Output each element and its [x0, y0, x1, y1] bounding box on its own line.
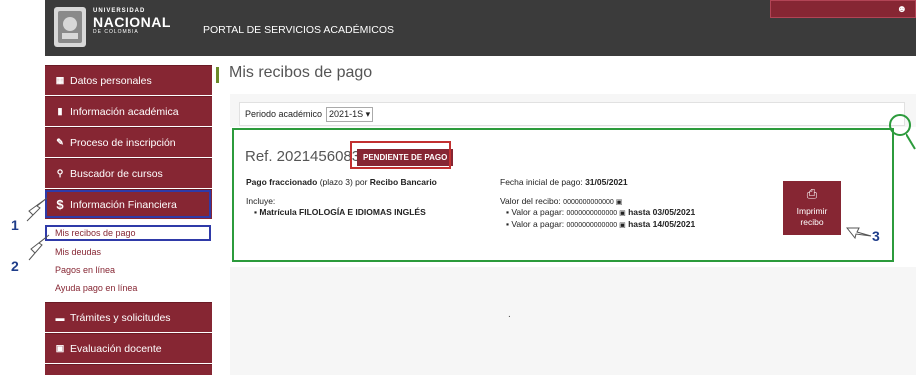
incluye-label: Incluye: — [246, 196, 276, 206]
submenu-pagos-en-linea[interactable]: Pagos en línea — [55, 265, 115, 275]
sidebar-item-label: Evaluación docente — [70, 342, 162, 355]
page-title: Mis recibos de pago — [229, 64, 373, 81]
chat-icon: ▣ — [55, 343, 65, 353]
valor-pagar-2: ▪ Valor a pagar: 0000000000000 ▣ hasta 1… — [506, 219, 695, 229]
payment-type: Pago fraccionado (plazo 3) por Recibo Ba… — [246, 177, 437, 187]
search-icon: ⚲ — [56, 168, 64, 178]
payment-plazo: (plazo 3) por — [319, 177, 368, 187]
print-label-2: recibo — [800, 216, 824, 227]
university-line3: DE COLOMBIA — [93, 29, 139, 35]
receipt-reference: Ref. 2021456083 — [245, 148, 361, 165]
sidebar-item-datos-personales[interactable]: ▦ Datos personales — [45, 65, 212, 95]
sidebar-item-label: Trámites y solicitudes — [70, 311, 171, 324]
valor1-amount: 0000000000000 ▣ — [566, 210, 626, 217]
chevron-down-icon: ▾ — [363, 108, 371, 119]
sidebar-item-proceso-inscripcion[interactable]: ✎ Proceso de inscripción — [45, 127, 212, 157]
annotation-number-3: 3 — [872, 228, 880, 244]
valor-pagar-1: ▪ Valor a pagar: 0000000000000 ▣ hasta 0… — [506, 207, 695, 217]
payment-type-label: Pago fraccionado — [246, 177, 318, 187]
valor-recibo: Valor del recibo: 0000000000000 ▣ — [500, 196, 622, 206]
valor2-date: 14/05/2021 — [652, 219, 696, 229]
valor-value: 0000000000000 ▣ — [563, 199, 623, 206]
print-receipt-button[interactable]: ⎙ Imprimir recibo — [783, 181, 841, 235]
annotation-number-1: 1 — [11, 217, 19, 233]
fecha-value: 31/05/2021 — [585, 177, 628, 187]
valor-label: Valor del recibo: — [500, 196, 561, 206]
sidebar-item-label: Buscador de cursos — [70, 167, 163, 180]
folder-icon: ▬ — [55, 312, 65, 323]
valor2-label: ▪ Valor a pagar: — [506, 219, 565, 229]
hasta-2: hasta — [628, 219, 651, 229]
sidebar-item-informacion-academica[interactable]: ▮ Información académica — [45, 96, 212, 126]
sidebar-item-label: Datos personales — [70, 74, 152, 87]
periodo-row: Periodo académico 2021-1S ▾ — [239, 102, 905, 126]
fecha-inicial: Fecha inicial de pago: 31/05/2021 — [500, 177, 628, 187]
stray-dot: . — [508, 309, 511, 320]
periodo-select[interactable]: 2021-1S ▾ — [326, 106, 374, 122]
fecha-label: Fecha inicial de pago: — [500, 177, 583, 187]
periodo-value: 2021-1S — [329, 108, 364, 119]
title-accent — [216, 67, 219, 83]
valor1-label: ▪ Valor a pagar: — [506, 207, 565, 217]
book-icon: ▮ — [57, 106, 63, 116]
printer-icon: ⎙ — [806, 186, 818, 201]
incluye-item: ▪ Matrícula FILOLOGÍA E IDIOMAS INGLÉS — [254, 207, 426, 217]
user-icon: ☻ — [896, 4, 907, 15]
sidebar-item-label: Información académica — [70, 105, 179, 118]
highlight-box-status — [350, 141, 451, 169]
annotation-number-2: 2 — [11, 258, 19, 274]
annotation-line-icon — [906, 134, 916, 150]
sidebar-item-evaluacion-docente[interactable]: ▣ Evaluación docente — [45, 333, 212, 363]
submenu-ayuda-pago[interactable]: Ayuda pago en línea — [55, 283, 137, 293]
sidebar-item-tramites[interactable]: ▬ Trámites y solicitudes — [45, 302, 212, 332]
submenu-mis-deudas[interactable]: Mis deudas — [55, 247, 101, 257]
payment-method: Recibo Bancario — [369, 177, 437, 187]
university-seal-icon — [54, 7, 86, 47]
university-line2: NACIONAL — [93, 14, 171, 30]
sidebar-item-label: Proceso de inscripción — [70, 136, 176, 149]
user-menu-button[interactable]: ☻ — [770, 0, 916, 18]
university-name: UNIVERSIDAD NACIONAL DE COLOMBIA — [93, 8, 171, 35]
highlight-box-financiera — [45, 190, 211, 218]
annotation-arrow-1-icon — [26, 197, 48, 222]
portal-title: PORTAL DE SERVICIOS ACADÉMICOS — [203, 24, 394, 36]
top-bar: UNIVERSIDAD NACIONAL DE COLOMBIA PORTAL … — [45, 0, 916, 56]
edit-icon: ✎ — [56, 137, 64, 147]
print-label-1: Imprimir — [796, 206, 828, 216]
highlight-box-recibos — [45, 225, 211, 241]
hasta-1: hasta — [628, 207, 651, 217]
id-card-icon: ▦ — [55, 75, 65, 85]
valor2-amount: 0000000000000 ▣ — [566, 222, 626, 229]
sidebar-item-buscador-cursos[interactable]: ⚲ Buscador de cursos — [45, 158, 212, 188]
annotation-circle — [889, 114, 911, 136]
annotation-arrow-2-icon — [28, 234, 50, 261]
periodo-label: Periodo académico — [245, 109, 323, 119]
sidebar-item-partial — [45, 364, 212, 375]
sidebar: ▦ Datos personales ▮ Información académi… — [45, 56, 212, 375]
valor1-date: 03/05/2021 — [652, 207, 696, 217]
annotation-arrow-3-icon — [845, 227, 872, 240]
